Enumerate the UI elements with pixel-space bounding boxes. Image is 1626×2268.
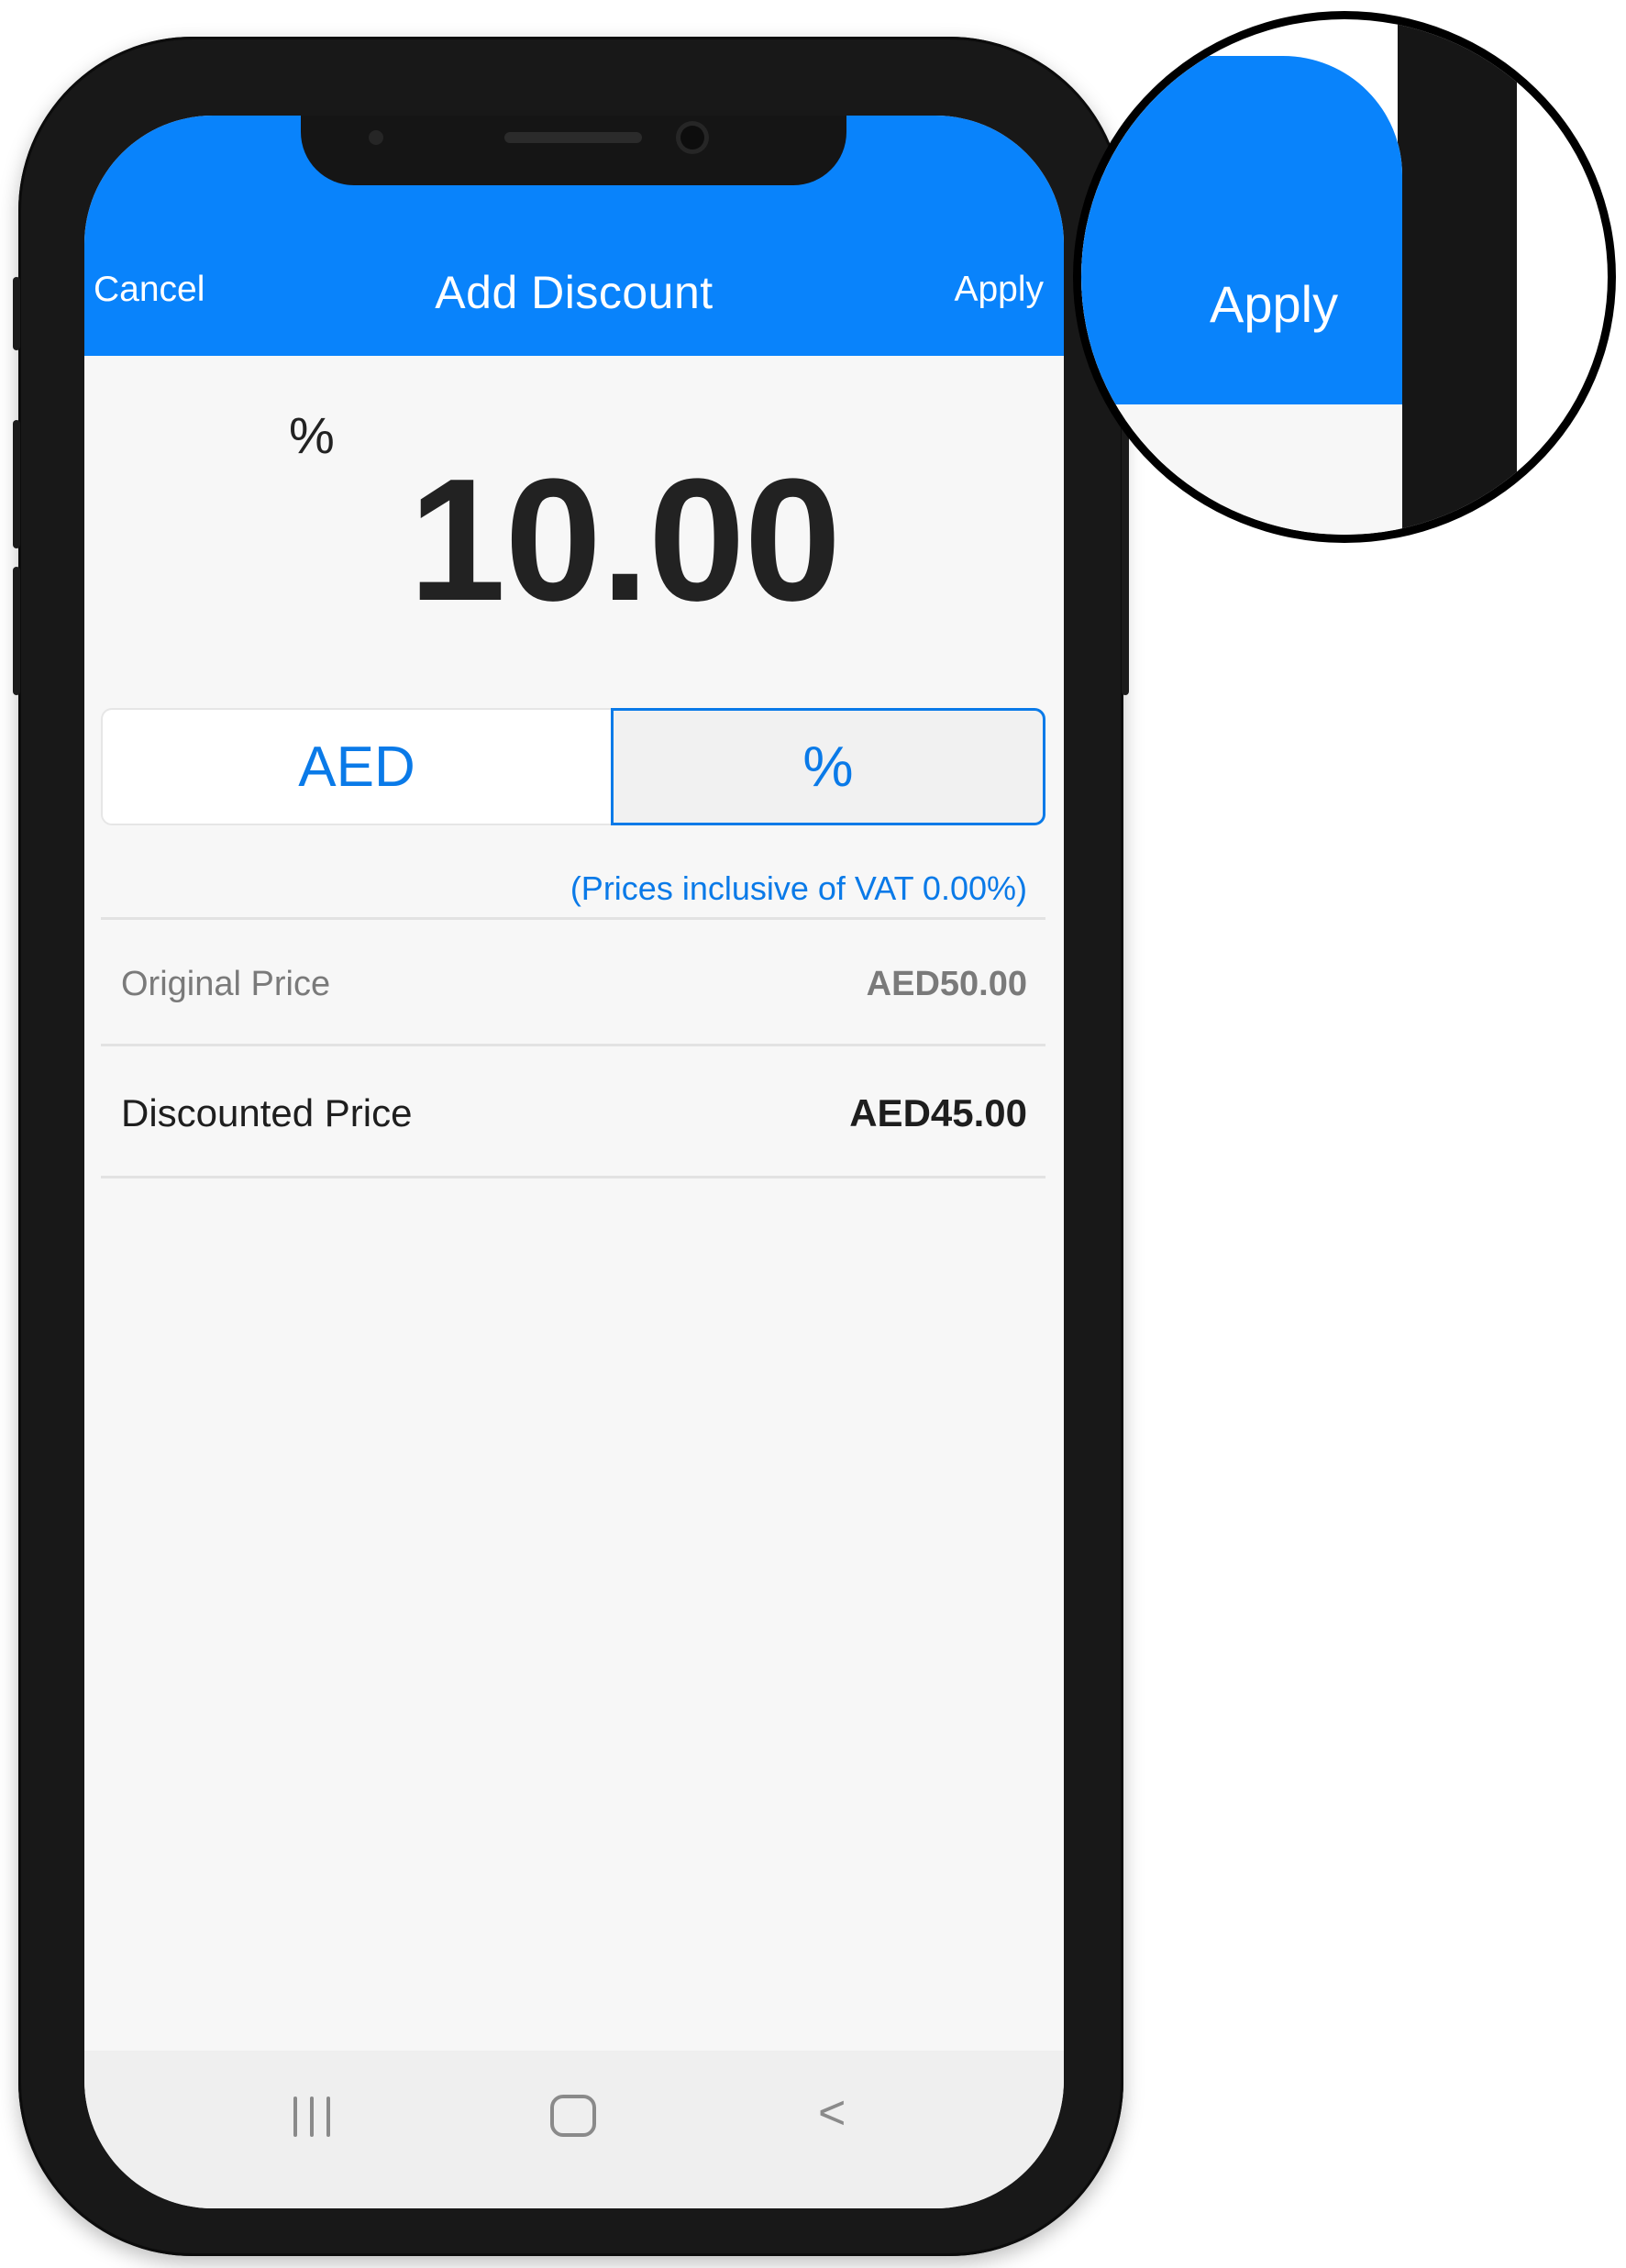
earpiece-speaker <box>504 132 642 143</box>
divider <box>101 917 1045 920</box>
zoom-apply-label: Apply <box>1210 275 1339 333</box>
camera-notch <box>301 116 846 185</box>
back-icon[interactable]: < <box>818 2089 846 2137</box>
front-camera <box>680 126 704 149</box>
app-screen: Cancel Add Discount Apply % 10.00 AED % … <box>84 116 1064 2208</box>
side-button <box>13 277 20 350</box>
discount-type-toggle: AED % <box>101 708 1045 827</box>
original-price-value: AED50.00 <box>866 965 1027 1003</box>
zoom-header: Apply <box>1081 56 1402 404</box>
apply-button[interactable]: Apply <box>954 270 1044 310</box>
divider <box>101 1176 1045 1178</box>
toggle-option-aed[interactable]: AED <box>101 708 611 825</box>
zoom-screen: Apply <box>1081 56 1402 535</box>
discount-amount-display[interactable]: 10.00 <box>84 453 1064 627</box>
original-price-label: Original Price <box>121 965 331 1003</box>
toggle-option-percent[interactable]: % <box>611 708 1045 825</box>
sensor-dot <box>369 130 383 145</box>
page-title: Add Discount <box>435 267 713 318</box>
volume-down-button <box>13 567 20 695</box>
recents-icon[interactable] <box>293 2097 330 2137</box>
discounted-price-value: AED45.00 <box>849 1091 1027 1134</box>
home-icon[interactable] <box>550 2095 596 2137</box>
vat-note: (Prices inclusive of VAT 0.00%) <box>570 869 1027 907</box>
discounted-price-label: Discounted Price <box>121 1091 413 1134</box>
zoom-phone-frame <box>1398 19 1517 535</box>
volume-up-button <box>13 420 20 548</box>
zoom-callout: Apply <box>1073 11 1616 543</box>
divider <box>101 1044 1045 1046</box>
system-navigation-bar: < <box>84 2051 1064 2208</box>
